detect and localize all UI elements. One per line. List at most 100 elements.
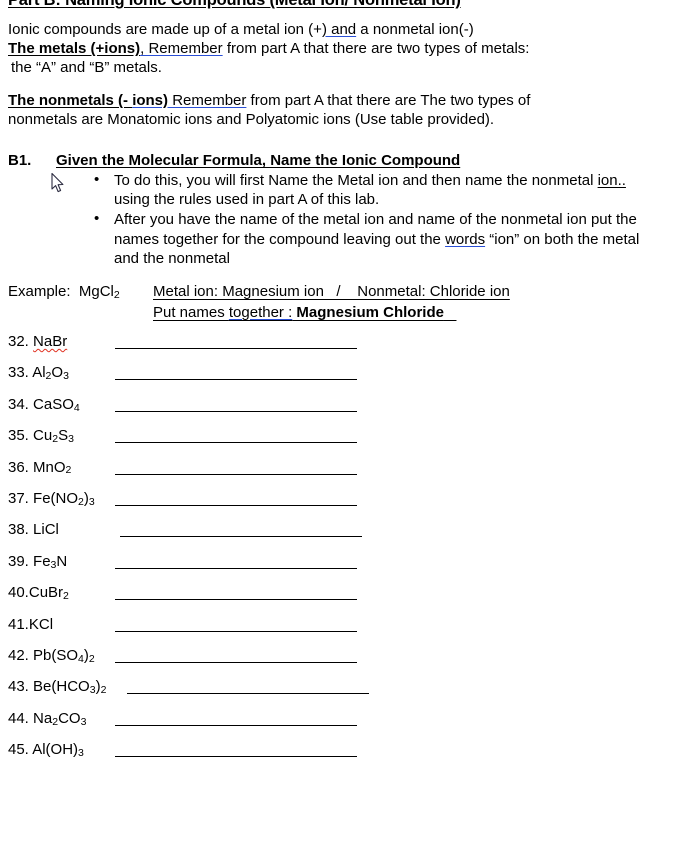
question-formula: 35. Cu2S3 (8, 426, 74, 445)
chemical-formula: Be(HCO3)2 (33, 678, 107, 697)
question-formula: 33. Al2O3 (8, 363, 69, 382)
document-page: Part B: Naming Ionic Compounds (Metal Io… (0, 0, 696, 843)
question-row: 45. Al(OH)3 (8, 740, 688, 771)
intro-line-1-blue: ) and (321, 21, 357, 38)
question-number: 34. (8, 395, 34, 413)
example-formula: MgCl2 (78, 283, 120, 301)
chemical-formula: MnO2 (33, 458, 72, 477)
question-row: 39. Fe3N (8, 552, 688, 583)
question-number: 37. (8, 489, 34, 507)
question-number: 44. (8, 709, 34, 727)
question-row: 33. Al2O3 (8, 363, 688, 394)
bullet-1-text-b: using the rules used in part A of this l… (114, 191, 380, 209)
bullet-2-underlined: words (445, 230, 486, 248)
question-row: 37. Fe(NO2)3 (8, 489, 688, 520)
intro-line-2: The metals (+ions), Remember from part A… (8, 39, 678, 58)
bullet-1-underlined: ion.. (597, 172, 626, 189)
question-row: 43. Be(HCO3)2 (8, 677, 688, 708)
answer-blank[interactable] (115, 567, 357, 569)
chemical-formula: Pb(SO4)2 (33, 646, 95, 665)
example-label: Example: MgCl2 (8, 282, 153, 301)
chemical-formula: Al2O3 (32, 364, 69, 383)
bullet-1-text-a: To do this, you will first Name the Meta… (114, 172, 598, 189)
answer-blank[interactable] (115, 504, 357, 506)
question-row: 34. CaSO4 (8, 395, 688, 426)
question-row: 32. NaBr (8, 332, 688, 363)
example-block: Example: MgCl2 Metal ion: Magnesium ion … (8, 282, 678, 322)
question-formula: 45. Al(OH)3 (8, 740, 84, 759)
part-title: Part B: Naming Ionic Compounds (Metal Io… (8, 0, 461, 9)
question-row: 42. Pb(SO4)2 (8, 646, 688, 677)
answer-blank[interactable] (115, 630, 357, 632)
question-number: 32. (8, 333, 34, 350)
question-formula: 36. MnO2 (8, 458, 71, 477)
intro-line-3: the “A” and “B” metals. (11, 59, 162, 77)
intro-line-1: Ionic compounds are made up of a metal i… (8, 20, 678, 39)
chemical-formula: KCl (28, 615, 54, 633)
answer-blank[interactable] (115, 348, 357, 349)
question-formula: 37. Fe(NO2)3 (8, 489, 95, 508)
question-formula: 38. LiCl (8, 520, 59, 539)
question-formula: 43. Be(HCO3)2 (8, 677, 106, 696)
example-label-text: Example: (8, 283, 71, 300)
question-list: 32. NaBr 33. Al2O3 34. CaSO4 35. Cu2S3 36. M… (8, 332, 688, 771)
chemical-formula: Fe(NO2)3 (33, 489, 95, 508)
answer-blank[interactable] (115, 724, 357, 726)
metals-remember-blue: , Remember (140, 40, 223, 58)
question-row: 35. Cu2S3 (8, 426, 688, 457)
example-line-2-tail (444, 304, 457, 321)
question-number: 33. (8, 364, 33, 382)
intro-line-4: The nonmetals (- ions) Remember from par… (8, 91, 678, 110)
chemical-formula: CaSO4 (33, 395, 80, 414)
answer-blank[interactable] (115, 473, 357, 475)
answer-blank[interactable] (115, 379, 357, 381)
mouse-pointer-arrow-icon (51, 173, 64, 193)
example-answer-bold: Magnesium Chloride (292, 304, 444, 322)
question-formula: 40.CuBr2 (8, 583, 69, 602)
question-number: 41. (8, 615, 29, 633)
nonmetals-rest: from part A that there are The two types… (246, 91, 531, 109)
intro-line-5: nonmetals are Monatomic ions and Polyato… (8, 110, 495, 128)
question-number: 43. (8, 678, 34, 696)
chemical-formula: Na2CO3 (33, 709, 87, 728)
example-line-2-a: Put names (153, 304, 229, 322)
intro-line-1-text-b: a nonmetal ion(-) (356, 21, 474, 38)
b1-label: B1. (8, 152, 32, 169)
question-number: 36. (8, 458, 34, 476)
question-formula: 32. NaBr (8, 332, 67, 351)
metals-heading: The metals (+ions) (8, 40, 141, 58)
question-number: 38. (8, 521, 34, 539)
chemical-formula: Al(OH)3 (32, 741, 84, 759)
answer-blank[interactable] (115, 410, 357, 412)
answer-blank[interactable] (115, 599, 357, 601)
question-formula: 41.KCl (8, 615, 53, 634)
nonmetals-heading-a: The nonmetals (- (8, 91, 133, 109)
chemical-formula: Cu2S3 (33, 427, 74, 446)
answer-blank[interactable] (127, 693, 369, 695)
question-row: 38. LiCl (8, 520, 688, 551)
answer-blank[interactable] (115, 442, 357, 444)
question-number: 45. (8, 741, 33, 759)
answer-blank[interactable] (115, 661, 357, 663)
question-row: 41.KCl (8, 615, 688, 646)
example-answer-lines: Metal ion: Magnesium ion / Nonmetal: Chl… (153, 282, 510, 322)
nonmetals-remember-blue: Remember (168, 91, 247, 109)
chemical-formula: CuBr2 (28, 584, 69, 602)
b1-instruction-list: To do this, you will first Name the Meta… (90, 170, 650, 268)
question-number: 35. (8, 427, 34, 445)
chemical-formula: LiCl (33, 521, 59, 539)
question-number: 40. (8, 584, 29, 602)
list-item: After you have the name of the metal ion… (90, 209, 650, 268)
question-number: 42. (8, 646, 34, 664)
question-row: 40.CuBr2 (8, 583, 688, 614)
chemical-formula: NaBr (33, 333, 68, 350)
nonmetals-heading-blue: ions) (132, 91, 169, 109)
answer-blank[interactable] (115, 756, 357, 758)
question-formula: 34. CaSO4 (8, 395, 80, 414)
question-number: 39. (8, 552, 34, 570)
answer-blank[interactable] (120, 536, 362, 538)
intro-spacer (8, 78, 678, 91)
list-item: To do this, you will first Name the Meta… (90, 170, 650, 209)
example-line-2-blue: together : (228, 304, 293, 322)
example-line-1: Metal ion: Magnesium ion / Nonmetal: Chl… (153, 283, 510, 300)
